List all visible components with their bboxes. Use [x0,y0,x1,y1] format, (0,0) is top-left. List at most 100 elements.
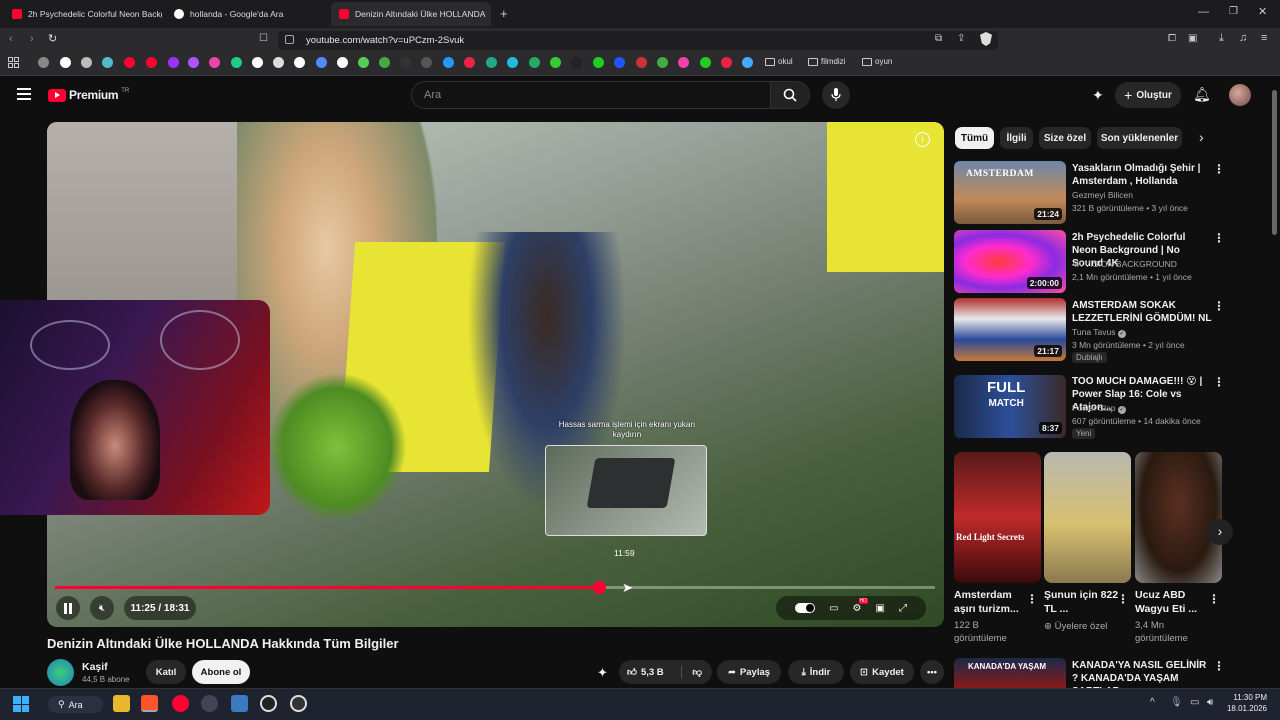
network-icon[interactable]: ▭ [1190,697,1199,708]
file-explorer-icon[interactable] [113,695,130,712]
bookmark-favicon-icon[interactable] [721,57,732,68]
youtube-premium-logo[interactable]: Premium TR [48,88,129,102]
fullscreen-icon[interactable]: ⤢ [899,603,907,614]
bookmark-favicon-icon[interactable] [550,57,561,68]
bookmark-favicon-icon[interactable] [294,57,305,68]
chip-related[interactable]: İlgili [1000,127,1033,149]
bookmark-page-icon[interactable]: ☐ [259,33,268,44]
menu-icon[interactable]: ≡ [1261,32,1267,44]
sidebar-icon[interactable]: ▣ [1188,33,1197,44]
open-in-app-icon[interactable]: ⧉ [935,33,942,44]
short-thumbnail[interactable] [1044,452,1131,583]
video-thumbnail[interactable]: 2:00:00 [954,230,1066,293]
chip-all[interactable]: Tümü [955,127,994,149]
more-vertical-icon[interactable]: ⋮ [1213,375,1225,389]
windows-start-icon[interactable] [13,696,29,712]
voice-search-button[interactable] [822,81,850,109]
settings-gear-icon[interactable]: ⚙ HD [853,597,868,614]
sidebar-video-title[interactable]: AMSTERDAM SOKAK LEZZETLERİNİ GÖMDÜM! NL [1072,299,1212,325]
volume-icon[interactable]: 🔊︎ [1207,697,1213,708]
short-title[interactable]: Ucuz ABD Wagyu Eti ... [1135,588,1215,616]
bookmark-favicon-icon[interactable] [168,57,179,68]
close-window-button[interactable]: ✕ [1258,5,1267,18]
bookmark-favicon-icon[interactable] [209,57,220,68]
short-title[interactable]: Amsterdam aşırı turizm... [954,588,1034,616]
chip-recent[interactable]: Son yüklenenler [1097,127,1182,149]
short-thumbnail[interactable]: Red Light Secrets [954,452,1041,583]
channel-avatar[interactable] [47,659,74,686]
like-icon[interactable]: 👍︎ [627,666,637,678]
bookmark-favicon-icon[interactable] [614,57,625,68]
extensions-icon[interactable]: ⧠ [1168,33,1176,44]
video-thumbnail[interactable]: FULL MATCH 8:37 [954,375,1066,438]
avatar[interactable] [1229,84,1251,106]
bookmark-favicon-icon[interactable] [443,57,454,68]
photos-icon[interactable] [231,695,248,712]
bookmark-folder-oyun[interactable]: oyun [862,57,892,66]
progress-scrubber[interactable] [592,581,606,594]
downloads-icon[interactable]: ⤓ [1219,32,1224,45]
tab-neon-background[interactable]: 2h Psychedelic Colorful Neon Backgr [4,2,162,26]
site-info-icon[interactable] [285,35,294,44]
tab-google-search[interactable]: hollanda - Google'da Ara [166,2,326,26]
bookmark-folder-filmdizi[interactable]: filmdizi [808,57,845,66]
bookmark-favicon-icon[interactable] [252,57,263,68]
dislike-icon[interactable]: 👎︎ [681,666,702,678]
download-button[interactable]: ⤓ İndir [788,660,844,684]
bookmark-favicon-icon[interactable] [81,57,92,68]
search-button[interactable] [770,81,810,109]
bookmark-favicon-icon[interactable] [38,57,49,68]
restore-button[interactable]: ❐ [1229,6,1238,17]
channel-name[interactable]: Kaşif [82,661,108,673]
new-tab-button[interactable]: + [500,6,508,21]
video-thumbnail[interactable]: 21:17 [954,298,1066,361]
share-button[interactable]: ➦ Paylaş [717,660,781,684]
mute-button[interactable]: 🔇︎ [90,596,114,620]
back-icon[interactable]: ‹ [9,33,13,45]
bookmark-favicon-icon[interactable] [358,57,369,68]
chevron-up-icon[interactable]: ^ [1150,697,1155,708]
bookmark-favicon-icon[interactable] [571,57,582,68]
page-scrollbar[interactable] [1272,90,1277,235]
sidebar-video-channel-row[interactable]: Tuna Tavus ✓ [1072,326,1126,339]
chevron-right-icon[interactable]: › [1199,129,1204,145]
steam-like-icon[interactable] [260,695,277,712]
youtube-app-icon[interactable] [172,695,189,712]
forward-icon[interactable]: › [30,33,34,45]
reload-icon[interactable]: ↻ [48,32,57,45]
taskbar-search[interactable]: ⚲ Ara [48,696,103,713]
bookmark-favicon-icon[interactable] [231,57,242,68]
bookmark-favicon-icon[interactable] [636,57,647,68]
app-icon[interactable] [290,695,307,712]
save-button[interactable]: ⊡ Kaydet [850,660,914,684]
autoplay-toggle[interactable] [795,603,816,613]
more-vertical-icon[interactable]: ⋮ [1213,299,1225,313]
bookmark-favicon-icon[interactable] [124,57,135,68]
notifications-bell-icon[interactable]: 🔔︎ [1193,86,1211,103]
apps-grid-icon[interactable] [8,57,19,68]
video-thumbnail[interactable]: AMSTERDAM 21:24 [954,161,1066,224]
bookmark-favicon-icon[interactable] [464,57,475,68]
bookmark-favicon-icon[interactable] [486,57,497,68]
miniplayer-icon[interactable]: ▣ [875,603,884,614]
bookmark-favicon-icon[interactable] [700,57,711,68]
create-button[interactable]: + Oluştur [1115,82,1181,108]
more-vertical-icon[interactable]: ⋮ [1208,592,1220,606]
more-actions-button[interactable]: ••• [920,660,944,684]
bookmark-favicon-icon[interactable] [316,57,327,68]
bookmark-favicon-icon[interactable] [60,57,71,68]
info-icon[interactable]: i [915,132,930,147]
ask-sparkle-icon[interactable]: ✦ [597,665,608,681]
bookmark-favicon-icon[interactable] [742,57,753,68]
subscribe-button[interactable]: Abone ol [192,660,250,684]
media-icon[interactable]: ♫ [1239,32,1247,44]
bookmark-favicon-icon[interactable] [678,57,689,68]
sidebar-video-title[interactable]: Yasakların Olmadığı Şehir | Amsterdam , … [1072,162,1212,188]
pause-button[interactable] [56,596,80,620]
tab-current-video[interactable]: Denizin Altındaki Ülke HOLLANDA ✕ [331,2,491,26]
sidebar-video-channel-row[interactable]: Power Slap ✓ [1072,402,1126,415]
sidebar-video-channel[interactable]: 4K VISION BACKGROUND [1072,258,1177,271]
url-field[interactable]: youtube.com/watch?v=uPCzm-2Svuk [278,31,998,50]
video-thumbnail[interactable]: KANADA'DA YAŞAM [954,658,1066,688]
bookmark-favicon-icon[interactable] [146,57,157,68]
